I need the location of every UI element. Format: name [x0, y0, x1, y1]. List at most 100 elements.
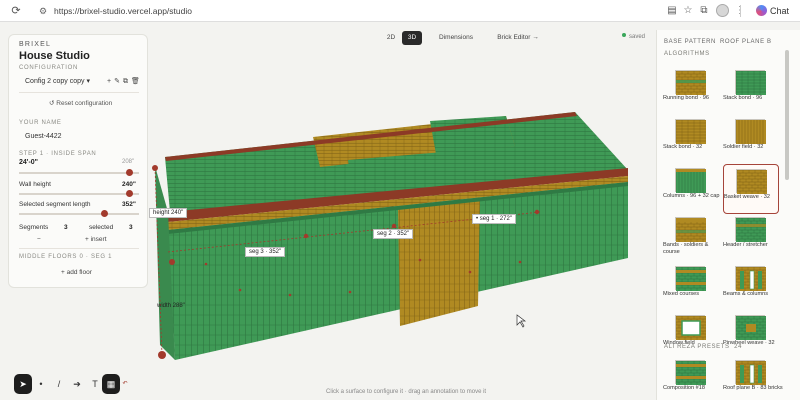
- pattern-card[interactable]: Soldier field · 32: [723, 115, 779, 165]
- pattern-caption: Bands · soldiers & course: [663, 242, 709, 255]
- roof-plane-tab[interactable]: ROOF PLANE B: [720, 39, 772, 45]
- slider-knob[interactable]: [101, 210, 108, 217]
- preset-caption: Composition #18: [663, 385, 705, 391]
- divider: [19, 92, 139, 93]
- pattern-card[interactable]: Columns · 96 + 32 cap: [663, 164, 719, 214]
- tab-2d[interactable]: 2D: [380, 31, 402, 45]
- config-actions: +✎⧉🗑: [107, 77, 143, 86]
- preset-card[interactable]: Composition #18: [663, 356, 719, 396]
- segment-length-label: Selected segment length: [19, 201, 91, 208]
- pattern-thumbnail: [735, 70, 766, 95]
- pattern-card[interactable]: Header / stretcher: [723, 213, 779, 263]
- preset-card[interactable]: Roof plane B · 83 bricks: [723, 356, 783, 396]
- tab-3d[interactable]: 3D: [402, 31, 422, 45]
- pattern-thumbnail: [675, 266, 706, 291]
- selected-value: 3: [129, 224, 133, 231]
- edit-icon[interactable]: ✎: [114, 78, 123, 85]
- presets-label: ALI REZA PRESETS: [664, 344, 730, 350]
- scrollbar[interactable]: [785, 50, 789, 180]
- seg3-label[interactable]: seg 3 · 352": [245, 247, 286, 257]
- pattern-panel: BASE PATTERN ROOF PLANE B ALGORITHMS Run…: [656, 30, 800, 400]
- dot-icon[interactable]: •: [32, 374, 50, 394]
- algorithms-heading: ALGORITHMS: [664, 51, 710, 57]
- brand-name: BRIXEL: [19, 41, 52, 48]
- span-max: 208": [122, 159, 135, 165]
- pattern-card[interactable]: Basket weave · 32: [723, 164, 779, 214]
- mouse-cursor-icon: [516, 314, 527, 328]
- wall-height-label: Wall height: [19, 181, 51, 188]
- pattern-caption: Beams & columns: [723, 291, 769, 297]
- pattern-caption: Basket weave · 32: [724, 194, 771, 200]
- delete-icon[interactable]: 🗑: [131, 78, 143, 85]
- pointer-icon[interactable]: ➤: [14, 374, 32, 394]
- pattern-thumbnail: [675, 119, 706, 144]
- pattern-thumbnail: [675, 315, 706, 340]
- pattern-caption: Columns · 96 + 32 cap: [663, 193, 720, 199]
- pattern-card[interactable]: Beams & columns: [723, 262, 779, 312]
- arrow-icon[interactable]: ➔: [68, 374, 86, 394]
- pattern-thumbnail: [675, 168, 706, 193]
- pattern-thumbnail: [735, 266, 766, 291]
- line-icon[interactable]: /: [50, 374, 68, 394]
- preset-caption: Roof plane B · 83 bricks: [723, 385, 783, 391]
- reset-button[interactable]: ↺ Reset configuration: [49, 99, 112, 107]
- config-select-value: Config 2 copy copy: [25, 78, 85, 85]
- pattern-caption: Running bond · 96: [663, 95, 710, 101]
- pattern-caption: Stack bond · 96: [723, 95, 763, 101]
- slider-knob[interactable]: [126, 190, 133, 197]
- pattern-caption: Mixed courses: [663, 291, 700, 297]
- configuration-heading: CONFIGURATION: [19, 65, 78, 71]
- config-select[interactable]: Config 2 copy copy ▾: [25, 77, 90, 85]
- page-title: House Studio: [19, 50, 90, 62]
- pattern-thumbnail: [736, 169, 767, 194]
- pattern-caption: Soldier field · 32: [723, 144, 764, 150]
- pattern-thumbnail: [675, 217, 706, 242]
- name-field[interactable]: Guest-4422: [25, 133, 62, 140]
- seg1-label[interactable]: • seg 1 · 272": [472, 214, 516, 224]
- saved-dot-icon: [622, 33, 626, 37]
- insert-segment-button[interactable]: + insert: [85, 236, 107, 243]
- selected-label: selected: [89, 224, 114, 231]
- pattern-card[interactable]: Stack bond · 96: [723, 66, 779, 116]
- segments-label: Segments: [19, 224, 49, 231]
- duplicate-icon[interactable]: ⧉: [123, 78, 131, 85]
- base-pattern-tab[interactable]: BASE PATTERN: [664, 39, 716, 45]
- pattern-card[interactable]: Mixed courses: [663, 262, 719, 312]
- remove-segment-button[interactable]: −: [37, 236, 41, 243]
- save-status: saved: [622, 33, 645, 40]
- pattern-card[interactable]: Window field: [663, 311, 719, 361]
- save-status-text: saved: [629, 34, 646, 40]
- pattern-thumbnail: [735, 119, 766, 144]
- pattern-thumbnail: [735, 315, 766, 340]
- presets-heading: ALI REZA PRESETS 24: [664, 344, 742, 350]
- pattern-thumbnail: [735, 217, 766, 242]
- segment-length-slider[interactable]: [19, 210, 139, 217]
- seg2-label[interactable]: seg 2 · 352": [373, 229, 414, 239]
- wall-height-value: 240": [122, 181, 136, 188]
- tab-dimensions[interactable]: Dimensions: [436, 31, 476, 45]
- pattern-card[interactable]: Running bond · 96: [663, 66, 719, 116]
- pattern-card[interactable]: Stack bond · 32: [663, 115, 719, 165]
- preset-thumbnail: [735, 360, 766, 385]
- span-value: 24'-0": [19, 159, 38, 166]
- pattern-caption: Stack bond · 32: [663, 144, 703, 150]
- pattern-thumbnail: [675, 70, 706, 95]
- pattern-card[interactable]: Pinwheel weave · 32: [723, 311, 779, 361]
- pattern-card[interactable]: Bands · soldiers & course: [663, 213, 719, 263]
- undo-icon[interactable]: ↶: [116, 374, 134, 394]
- width-label[interactable]: width 288": [154, 302, 188, 310]
- configuration-panel: BRIXEL House Studio CONFIGURATION Config…: [8, 34, 148, 288]
- slider-knob[interactable]: [126, 169, 133, 176]
- chevron-down-icon: ▾: [86, 78, 91, 85]
- preset-thumbnail: [675, 360, 706, 385]
- pattern-caption: Header / stretcher: [723, 242, 768, 248]
- height-label[interactable]: height 240": [149, 208, 188, 218]
- add-floor-button[interactable]: + add floor: [61, 269, 92, 276]
- segment-length-value: 352": [122, 201, 136, 208]
- span-slider[interactable]: [19, 169, 139, 176]
- presets-count: 24: [734, 344, 743, 350]
- step-heading: STEP 1 · INSIDE SPAN: [19, 151, 97, 157]
- wall-height-slider[interactable]: [19, 190, 139, 197]
- middle-floors-heading: MIDDLE FLOORS 0 · SEG 1: [19, 254, 113, 260]
- tab-brick-editor[interactable]: Brick Editor →: [494, 31, 542, 45]
